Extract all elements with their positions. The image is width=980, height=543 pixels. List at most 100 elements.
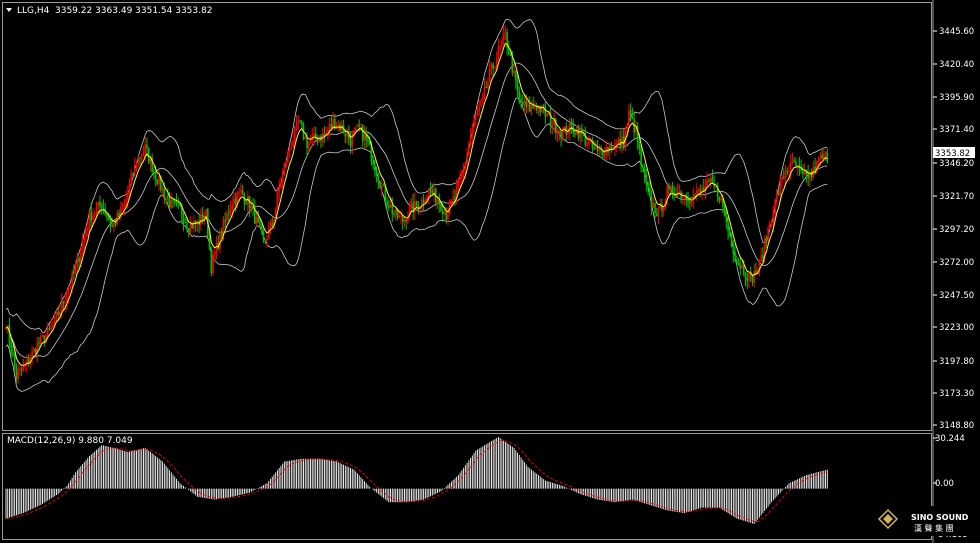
candle-body [69, 285, 72, 289]
macd-label: MACD(12,26,9) 9.880 7.049 [7, 436, 133, 446]
candle-body [772, 214, 775, 223]
candle-body [245, 203, 247, 205]
candle-body [422, 199, 425, 203]
candle-body [154, 171, 157, 180]
candle-body [12, 352, 14, 356]
candle-body [669, 186, 672, 188]
candle-body [386, 201, 388, 206]
candle-body [767, 227, 769, 241]
candle-body [629, 110, 632, 117]
candle-body [476, 112, 479, 117]
candle-body [64, 301, 66, 304]
candle-body [701, 187, 703, 192]
candle-body [85, 230, 87, 237]
candle-body [534, 107, 536, 109]
candle-body [172, 200, 174, 202]
candle-body [657, 208, 660, 217]
candle-body [513, 70, 515, 73]
candle-body [699, 190, 702, 192]
candle-body [459, 177, 461, 181]
candle-body [391, 204, 394, 214]
candle-body [596, 148, 599, 152]
candle-body [287, 151, 289, 164]
candle-body [144, 144, 146, 153]
price-tick: 3247.50 [939, 291, 974, 301]
candle-body [588, 141, 590, 145]
candle-body [720, 198, 722, 201]
candle-body [229, 209, 232, 215]
candle-body [823, 153, 825, 159]
candle-body [74, 266, 77, 273]
candle-body [649, 188, 651, 197]
candle-body [478, 106, 481, 113]
candle-body [650, 196, 653, 208]
candle-body [640, 149, 642, 166]
candle-body [807, 173, 809, 179]
candle-body [173, 201, 176, 203]
candle-body [53, 315, 56, 324]
candle-body [219, 231, 221, 249]
candle-body [546, 114, 548, 117]
candle-body [57, 311, 59, 315]
candle-body [394, 208, 397, 215]
candle-body [502, 34, 505, 42]
candle-body [454, 196, 456, 198]
candle-body [92, 214, 94, 221]
candle-body [86, 227, 89, 231]
candle-body [795, 161, 797, 167]
candle-body [224, 220, 227, 222]
candle-body [295, 121, 298, 127]
candle-body [777, 193, 780, 196]
candle-body [90, 211, 93, 221]
candle-body [551, 125, 554, 127]
candle-body [593, 147, 595, 149]
candle-body [668, 187, 670, 189]
candle-body [730, 235, 733, 247]
price-tick: 3197.80 [939, 357, 974, 367]
candle-body [475, 116, 477, 121]
candle-body [729, 231, 731, 236]
candle-body [791, 160, 794, 162]
candle-body [71, 272, 73, 286]
candle-body [297, 120, 300, 122]
price-tick: 3420.40 [939, 60, 974, 70]
candle-body [140, 155, 143, 159]
candle-body [581, 128, 583, 134]
candle-body [17, 371, 19, 379]
candle-body [769, 224, 771, 228]
candle-body [574, 132, 576, 135]
sino-sound-logo: SINO SOUND 漢 聲 集 團 [873, 506, 973, 536]
candle-body [711, 177, 714, 184]
candle-body [330, 124, 333, 127]
candle-body [480, 100, 482, 107]
candle-body [109, 220, 112, 226]
candle-body [401, 215, 404, 222]
candle-body [125, 199, 127, 205]
candle-body [215, 242, 218, 253]
chart-canvas[interactable]: LLG,H4 3359.22 3363.49 3351.54 3353.82 3… [0, 0, 980, 543]
candle-body [645, 175, 648, 184]
candle-body [718, 196, 721, 201]
candle-body [294, 126, 296, 141]
price-tick: 3272.00 [939, 258, 974, 268]
candle [541, 104, 543, 113]
candle-body [744, 274, 747, 278]
candle-body [737, 261, 740, 265]
candle-body [15, 367, 18, 379]
candle-body [356, 124, 359, 128]
candle-body [163, 188, 166, 199]
candle-body [452, 196, 454, 201]
candle-body [33, 348, 35, 352]
candle-body [83, 236, 86, 243]
candle-body [184, 222, 187, 224]
candle-body [133, 165, 136, 176]
candle-body [10, 342, 13, 353]
candle-body [328, 124, 331, 131]
candle-body [161, 188, 164, 191]
candle-body [238, 192, 240, 194]
price-tick: 3173.30 [939, 389, 974, 399]
candle-body [374, 165, 376, 172]
candle-body [727, 222, 729, 232]
candle-body [379, 181, 381, 188]
candle-body [165, 197, 167, 199]
